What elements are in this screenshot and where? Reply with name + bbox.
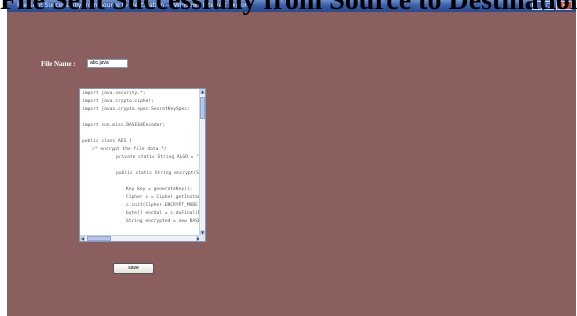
code-line: private static String ALGO = "AES"; <box>116 155 199 160</box>
code-line: Cipher c = Cipher.getInstance(ALGO); <box>126 195 199 200</box>
horizontal-scrollbar[interactable]: ◀ ▶ <box>80 235 201 241</box>
code-line: import sun.misc.BASE64Encoder; <box>82 123 165 128</box>
file-name-label: File Name : <box>41 60 76 68</box>
code-line: public static String encrypt(String Data… <box>116 171 199 176</box>
arrow-left-icon[interactable]: ◀ <box>80 236 85 241</box>
browser-window: File Sent Successfully from Source to De… <box>7 0 576 316</box>
vertical-scrollbar[interactable]: ▲ ▼ <box>199 89 205 235</box>
code-line: byte[] encVal = c.doFinal(Data.getBytes(… <box>126 211 199 216</box>
save-button[interactable]: save <box>113 263 154 274</box>
code-line: public class AES { <box>82 139 132 144</box>
file-content-textarea[interactable]: import java.security.*; import java.crypt… <box>79 88 206 242</box>
arrow-up-icon[interactable]: ▲ <box>200 89 205 94</box>
code-line: import java.security.*; <box>82 91 146 96</box>
code-line: import java.crypto.cipher; <box>82 99 154 104</box>
code-line: String encrypted = new BASE64Encoder() <box>126 219 199 224</box>
screen: File Sent Successfully from Source to De… <box>0 0 577 316</box>
code-line: Key key = generateKey(); <box>126 187 193 192</box>
file-content-text: import java.security.*; import java.crypt… <box>82 91 199 232</box>
scrollbar-corner <box>199 235 205 241</box>
page-headline: File Sent Successfully from Source to De… <box>0 0 577 16</box>
code-line: c.init(Cipher.ENCRYPT_MODE, key); <box>126 203 199 208</box>
code-line: import javax.crypto.spec.SecretKeySpec; <box>82 107 190 112</box>
file-name-field[interactable]: abc.java <box>87 59 128 68</box>
code-line: /* encrypt the file data */ <box>92 147 167 152</box>
vertical-scroll-thumb[interactable] <box>200 97 205 119</box>
horizontal-scroll-thumb[interactable] <box>87 236 111 241</box>
